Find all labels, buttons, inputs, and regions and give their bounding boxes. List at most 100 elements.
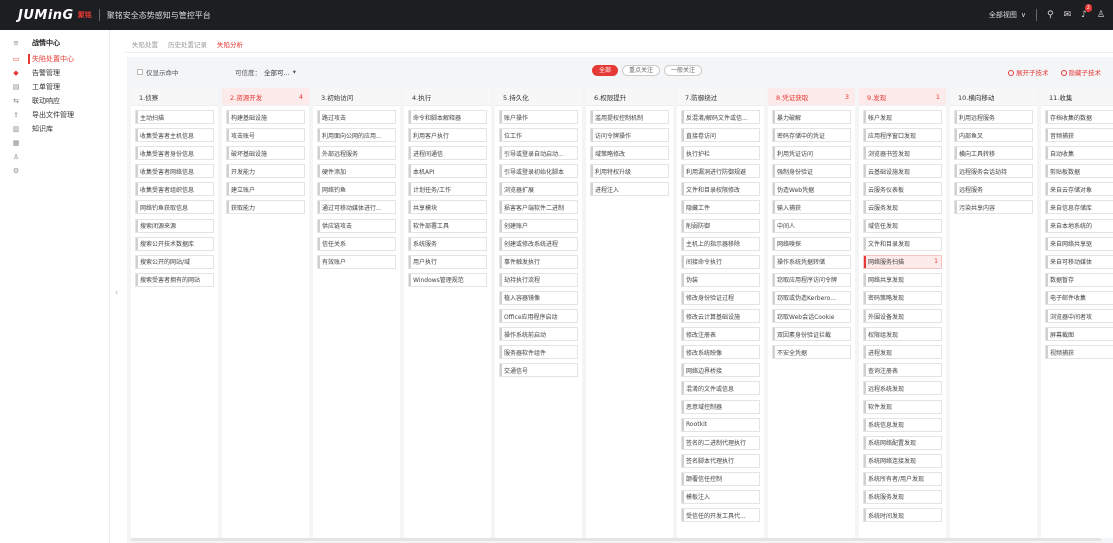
technique-cell[interactable]: 利用漏洞进行防御规避 <box>681 164 760 179</box>
technique-cell[interactable]: 密码策略发现 <box>863 290 942 305</box>
technique-cell[interactable]: 收集受害者主机信息 <box>135 128 214 143</box>
technique-cell[interactable]: 修改身份验证过程 <box>681 290 760 305</box>
technique-cell[interactable]: 网络服务扫描 1 <box>863 254 942 269</box>
technique-cell[interactable]: 执行护栏 <box>681 146 760 161</box>
technique-cell[interactable]: 来自信息存储库 <box>1045 200 1113 215</box>
technique-cell[interactable]: 搜索公开技术数据库 <box>135 236 214 251</box>
technique-cell[interactable]: 网络共享发现 <box>863 272 942 287</box>
technique-cell[interactable]: 恶意域控制器 <box>681 399 760 414</box>
tactic-header[interactable]: 10.横向移动 <box>950 88 1037 106</box>
bell-icon[interactable]: ♪ 2 <box>1081 4 1092 20</box>
technique-cell[interactable]: 文件和目录发现 <box>863 236 942 251</box>
sidebar-item-export[interactable]: ⇪ 导出文件管理 <box>0 108 109 122</box>
technique-cell[interactable]: 软件部署工具 <box>408 218 487 233</box>
brand-logo[interactable]: JUMinG <box>18 8 74 23</box>
technique-cell[interactable]: 云基础设施发现 <box>863 164 942 179</box>
user-icon[interactable]: ♙ <box>1097 10 1105 20</box>
expand-subtech-link[interactable]: 展开子技术 <box>1008 67 1049 77</box>
message-icon[interactable]: ✉ <box>1064 10 1072 20</box>
technique-cell[interactable]: Windows管理规范 <box>408 272 487 287</box>
technique-cell[interactable]: 系统网络连接发现 <box>863 453 942 468</box>
technique-cell[interactable]: 收集受害者身份信息 <box>135 146 214 161</box>
technique-cell[interactable]: 系统信息发现 <box>863 417 942 432</box>
technique-cell[interactable]: 引导或登录自动启动... <box>499 146 578 161</box>
technique-cell[interactable]: 修改云计算基础设施 <box>681 309 760 324</box>
technique-cell[interactable]: 利用客户执行 <box>408 128 487 143</box>
technique-cell[interactable]: 电子邮件收集 <box>1045 290 1113 305</box>
technique-cell[interactable]: 远程服务 <box>954 182 1033 197</box>
technique-cell[interactable]: 创建或修改系统进程 <box>499 236 578 251</box>
technique-cell[interactable]: 窃取应用程序访问令牌 <box>772 272 851 287</box>
tactic-header[interactable]: 11.收集 <box>1041 88 1113 106</box>
technique-cell[interactable]: 窃取Web会话Cookie <box>772 309 851 324</box>
sidebar-item-extra-3[interactable]: ⚙ <box>0 164 109 178</box>
technique-cell[interactable]: 系统时间发现 <box>863 508 942 523</box>
tab-history[interactable]: 历史处置记录 <box>168 39 207 53</box>
technique-cell[interactable]: Rootkit <box>681 417 760 432</box>
technique-cell[interactable]: 内部鱼叉 <box>954 128 1033 143</box>
technique-cell[interactable]: 供应链攻击 <box>317 218 396 233</box>
technique-cell[interactable]: 间接命令执行 <box>681 254 760 269</box>
technique-cell[interactable]: 帐户发现 <box>863 110 942 124</box>
technique-cell[interactable]: 进程注入 <box>590 182 669 197</box>
technique-cell[interactable]: 进程发现 <box>863 345 942 360</box>
technique-cell[interactable]: 浏览器中间者攻 <box>1045 309 1113 324</box>
technique-cell[interactable]: 硬件添加 <box>317 164 396 179</box>
tactic-header[interactable]: 7.防御绕过 <box>677 88 764 106</box>
technique-cell[interactable]: 外部远程服务 <box>317 146 396 161</box>
technique-cell[interactable]: 查询注册表 <box>863 363 942 378</box>
technique-cell[interactable]: 网络钓鱼 <box>317 182 396 197</box>
technique-cell[interactable]: 暴力破解 <box>772 110 851 124</box>
technique-cell[interactable]: 隐藏工件 <box>681 200 760 215</box>
technique-cell[interactable]: 域信任发现 <box>863 218 942 233</box>
technique-cell[interactable]: 命令和脚本解释器 <box>408 110 487 124</box>
technique-cell[interactable]: 操作系统凭据转储 <box>772 254 851 269</box>
technique-cell[interactable]: 来自可移动媒体 <box>1045 254 1113 269</box>
tactic-header[interactable]: 1.侦察 <box>131 88 218 106</box>
technique-cell[interactable]: 远程系统发现 <box>863 381 942 396</box>
technique-cell[interactable]: 信任关系 <box>317 236 396 251</box>
technique-cell[interactable]: 共享模块 <box>408 200 487 215</box>
tactic-header[interactable]: 2.资源开发 4 <box>222 88 309 106</box>
technique-cell[interactable]: 路过攻击 <box>317 110 396 124</box>
technique-cell[interactable]: 来自云存储对象 <box>1045 182 1113 197</box>
technique-cell[interactable]: 系统服务 <box>408 236 487 251</box>
technique-cell[interactable]: 进程间通信 <box>408 146 487 161</box>
technique-cell[interactable]: 强制身份验证 <box>772 164 851 179</box>
sidebar-item-dashboard[interactable]: ≡ 战情中心 <box>0 34 109 52</box>
technique-cell[interactable]: 收集受害者网络信息 <box>135 164 214 179</box>
technique-cell[interactable]: 有效账户 <box>317 254 396 269</box>
technique-cell[interactable]: 外围设备发现 <box>863 309 942 324</box>
technique-cell[interactable]: 计划任务/工作 <box>408 182 487 197</box>
technique-cell[interactable]: 利用远程服务 <box>954 110 1033 124</box>
technique-cell[interactable]: 搜索公开的网站/域 <box>135 254 214 269</box>
technique-cell[interactable]: 修改注册表 <box>681 327 760 342</box>
technique-cell[interactable]: 创建账户 <box>499 218 578 233</box>
technique-cell[interactable]: 签名的二进制代理执行 <box>681 435 760 450</box>
sidebar-item-knowledge[interactable]: ▥ 知识库 <box>0 122 109 136</box>
technique-cell[interactable]: 浏览器扩展 <box>499 182 578 197</box>
technique-cell[interactable]: 利用特权升级 <box>590 164 669 179</box>
tactic-header[interactable]: 8.凭证获取 3 <box>768 88 855 106</box>
technique-cell[interactable]: 输入捕获 <box>772 200 851 215</box>
technique-cell[interactable]: 来自本地系统的 <box>1045 218 1113 233</box>
tab-incident-handling[interactable]: 失陷处置 <box>132 39 158 53</box>
technique-cell[interactable]: 系统所有者/用户发现 <box>863 471 942 486</box>
tactic-header[interactable]: 6.权限提升 <box>586 88 673 106</box>
technique-cell[interactable]: 密码存储中的凭证 <box>772 128 851 143</box>
technique-cell[interactable]: 服务器软件组件 <box>499 345 578 360</box>
technique-cell[interactable]: 系统网络配置发现 <box>863 435 942 450</box>
only-hits-checkbox[interactable]: 仅显示命中 <box>137 67 179 77</box>
technique-cell[interactable]: 剪贴板数据 <box>1045 164 1113 179</box>
sidebar-item-incident-center[interactable]: ▭ 失陷处置中心 <box>0 52 109 66</box>
horizontal-scrollbar[interactable] <box>131 538 1101 541</box>
technique-cell[interactable]: 网络钓鱼获取信息 <box>135 200 214 215</box>
confidence-select[interactable]: 可信度： 全部可... ▾ <box>235 67 296 77</box>
tactic-header[interactable]: 3.初始访问 <box>313 88 400 106</box>
technique-cell[interactable]: 滥用提权控制机制 <box>590 110 669 124</box>
technique-cell[interactable]: 文件和目录权限修改 <box>681 182 760 197</box>
technique-cell[interactable]: 交通信号 <box>499 363 578 378</box>
pill-key-focus[interactable]: 重点关注 <box>622 65 661 76</box>
pill-all[interactable]: 全部 <box>592 65 619 76</box>
technique-cell[interactable]: 软件发现 <box>863 399 942 414</box>
